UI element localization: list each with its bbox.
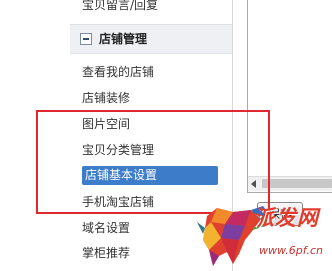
sidebar-item-domain-settings[interactable]: 域名设置 [82,218,130,239]
sidebar-item-label: 图片空间 [82,117,131,131]
sidebar-item-item-replies[interactable]: 宝贝留言/回复 [82,0,158,16]
sidebar-item-shop-decoration[interactable]: 店铺装修 [82,88,130,109]
sidebar-item-label: 手机淘宝店铺 [82,195,155,209]
sidebar-item-label: 查看我的店铺 [82,65,155,79]
screenshot-page: 宝贝留言/回复 店铺管理 查看我的店铺 店铺装修 图片空间 宝贝分类管理 店铺基… [0,0,332,271]
watermark: 派发网 www.6pf.cn [193,200,332,271]
sidebar-item-view-my-shop[interactable]: 查看我的店铺 [82,62,154,83]
watermark-text: 派发网 [253,206,319,230]
sidebar-item-category-management[interactable]: 宝贝分类管理 [82,140,154,161]
minus-square-icon[interactable] [80,33,92,45]
sidebar-item-label: 域名设置 [82,221,131,235]
sidebar-item-image-space[interactable]: 图片空间 [82,114,130,135]
section-title: 店铺管理 [99,32,148,46]
scrollbar-thumb[interactable] [262,179,332,188]
sidebar-item-mobile-shop[interactable]: 手机淘宝店铺 [82,192,154,213]
sidebar-item-label: 店铺基本设置 [85,168,158,182]
content-area [247,0,332,193]
horizontal-scrollbar[interactable] [248,176,332,191]
sidebar-item-label: 掌柜推荐 [82,246,131,260]
sidebar-item-shopkeeper-recommend[interactable]: 掌柜推荐 [82,243,130,264]
sidebar-item-basic-settings: 店铺基本设置 [85,165,157,186]
sidebar-item-label: 宝贝留言/回复 [82,0,159,12]
sidebar-item-basic-settings-active[interactable]: 店铺基本设置 [82,166,218,185]
section-header-shop-management[interactable]: 店铺管理 [70,24,232,54]
sidebar-item-label: 店铺装修 [82,91,131,105]
sidebar-item-label: 宝贝分类管理 [82,143,155,157]
watermark-url: www.6pf.cn [259,244,323,257]
triangle-left-icon[interactable] [251,180,256,188]
